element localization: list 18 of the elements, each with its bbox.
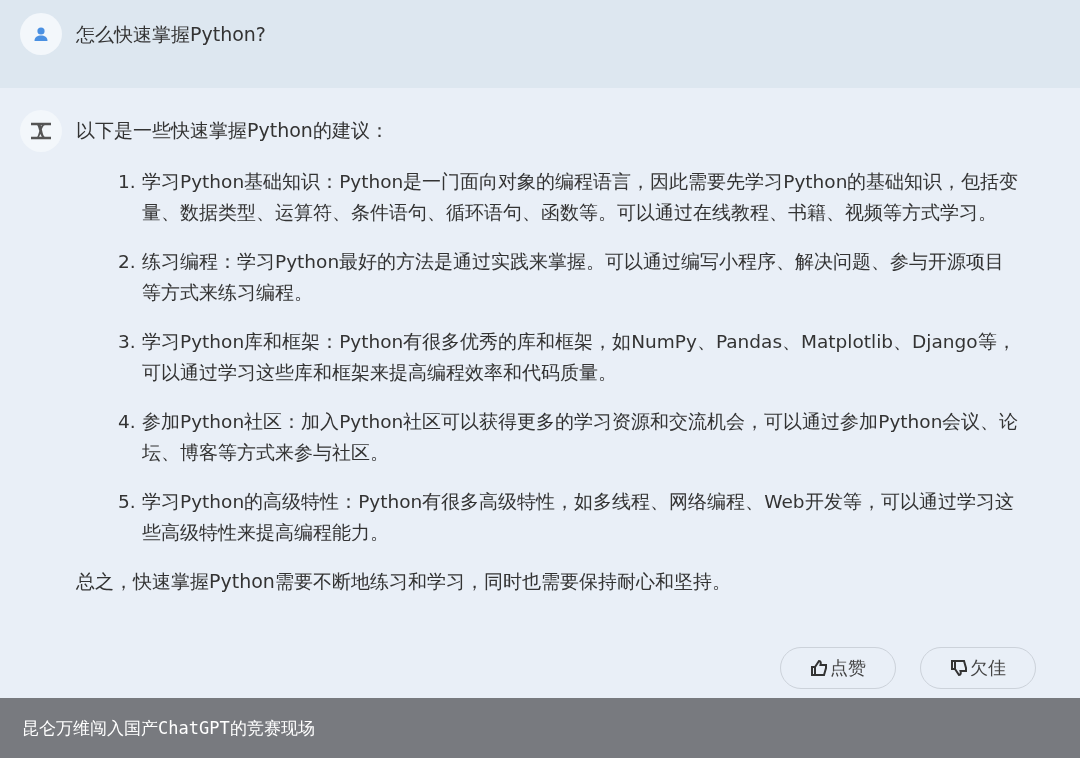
question-text: 怎么快速掌握Python? [76, 22, 266, 47]
list-item-text: 学习Python基础知识：Python是一门面向对象的编程语言，因此需要先学习Python的基础知识，包括变量、数据类型、运算符、条件语句、循环语句、函数等。可以通过在线教程、书籍、视频等方式学习。 [142, 170, 1020, 225]
thumbs-down-icon [950, 659, 968, 677]
list-item-text: 学习Python库和框架：Python有很多优秀的库和框架，如NumPy、Pandas、Matplotlib、Django等，可以通过学习这些库和框架来提高编程效率和代码质量。 [142, 330, 1017, 385]
list-number: 2. [118, 250, 137, 274]
list-item-text: 练习编程：学习Python最好的方法是通过实践来掌握。可以通过编写小程序、解决问题、参与开源项目等方式来练习编程。 [142, 250, 1006, 305]
thumbs-up-icon [810, 659, 828, 677]
list-item-text: 学习Python的高级特性：Python有很多高级特性，如多线程、网络编程、Web开发等，可以通过学习这些高级特性来提高编程能力。 [142, 490, 1015, 545]
answer-intro: 以下是一些快速掌握Python的建议： [76, 118, 389, 143]
list-number: 4. [118, 410, 137, 434]
list-number: 5. [118, 490, 137, 514]
answer-conclusion: 总之，快速掌握Python需要不断地练习和学习，同时也需要保持耐心和坚持。 [76, 569, 732, 594]
logo-icon [30, 122, 52, 140]
list-number: 1. [118, 170, 137, 194]
person-icon [33, 26, 49, 42]
list-number: 3. [118, 330, 137, 354]
list-item-text: 参加Python社区：加入Python社区可以获得更多的学习资源和交流机会，可以通过参加Python会议、论坛、博客等方式来参与社区。 [142, 410, 1020, 465]
caption-text: 昆仑万维闯入国产ChatGPT的竞赛现场 [22, 716, 315, 740]
